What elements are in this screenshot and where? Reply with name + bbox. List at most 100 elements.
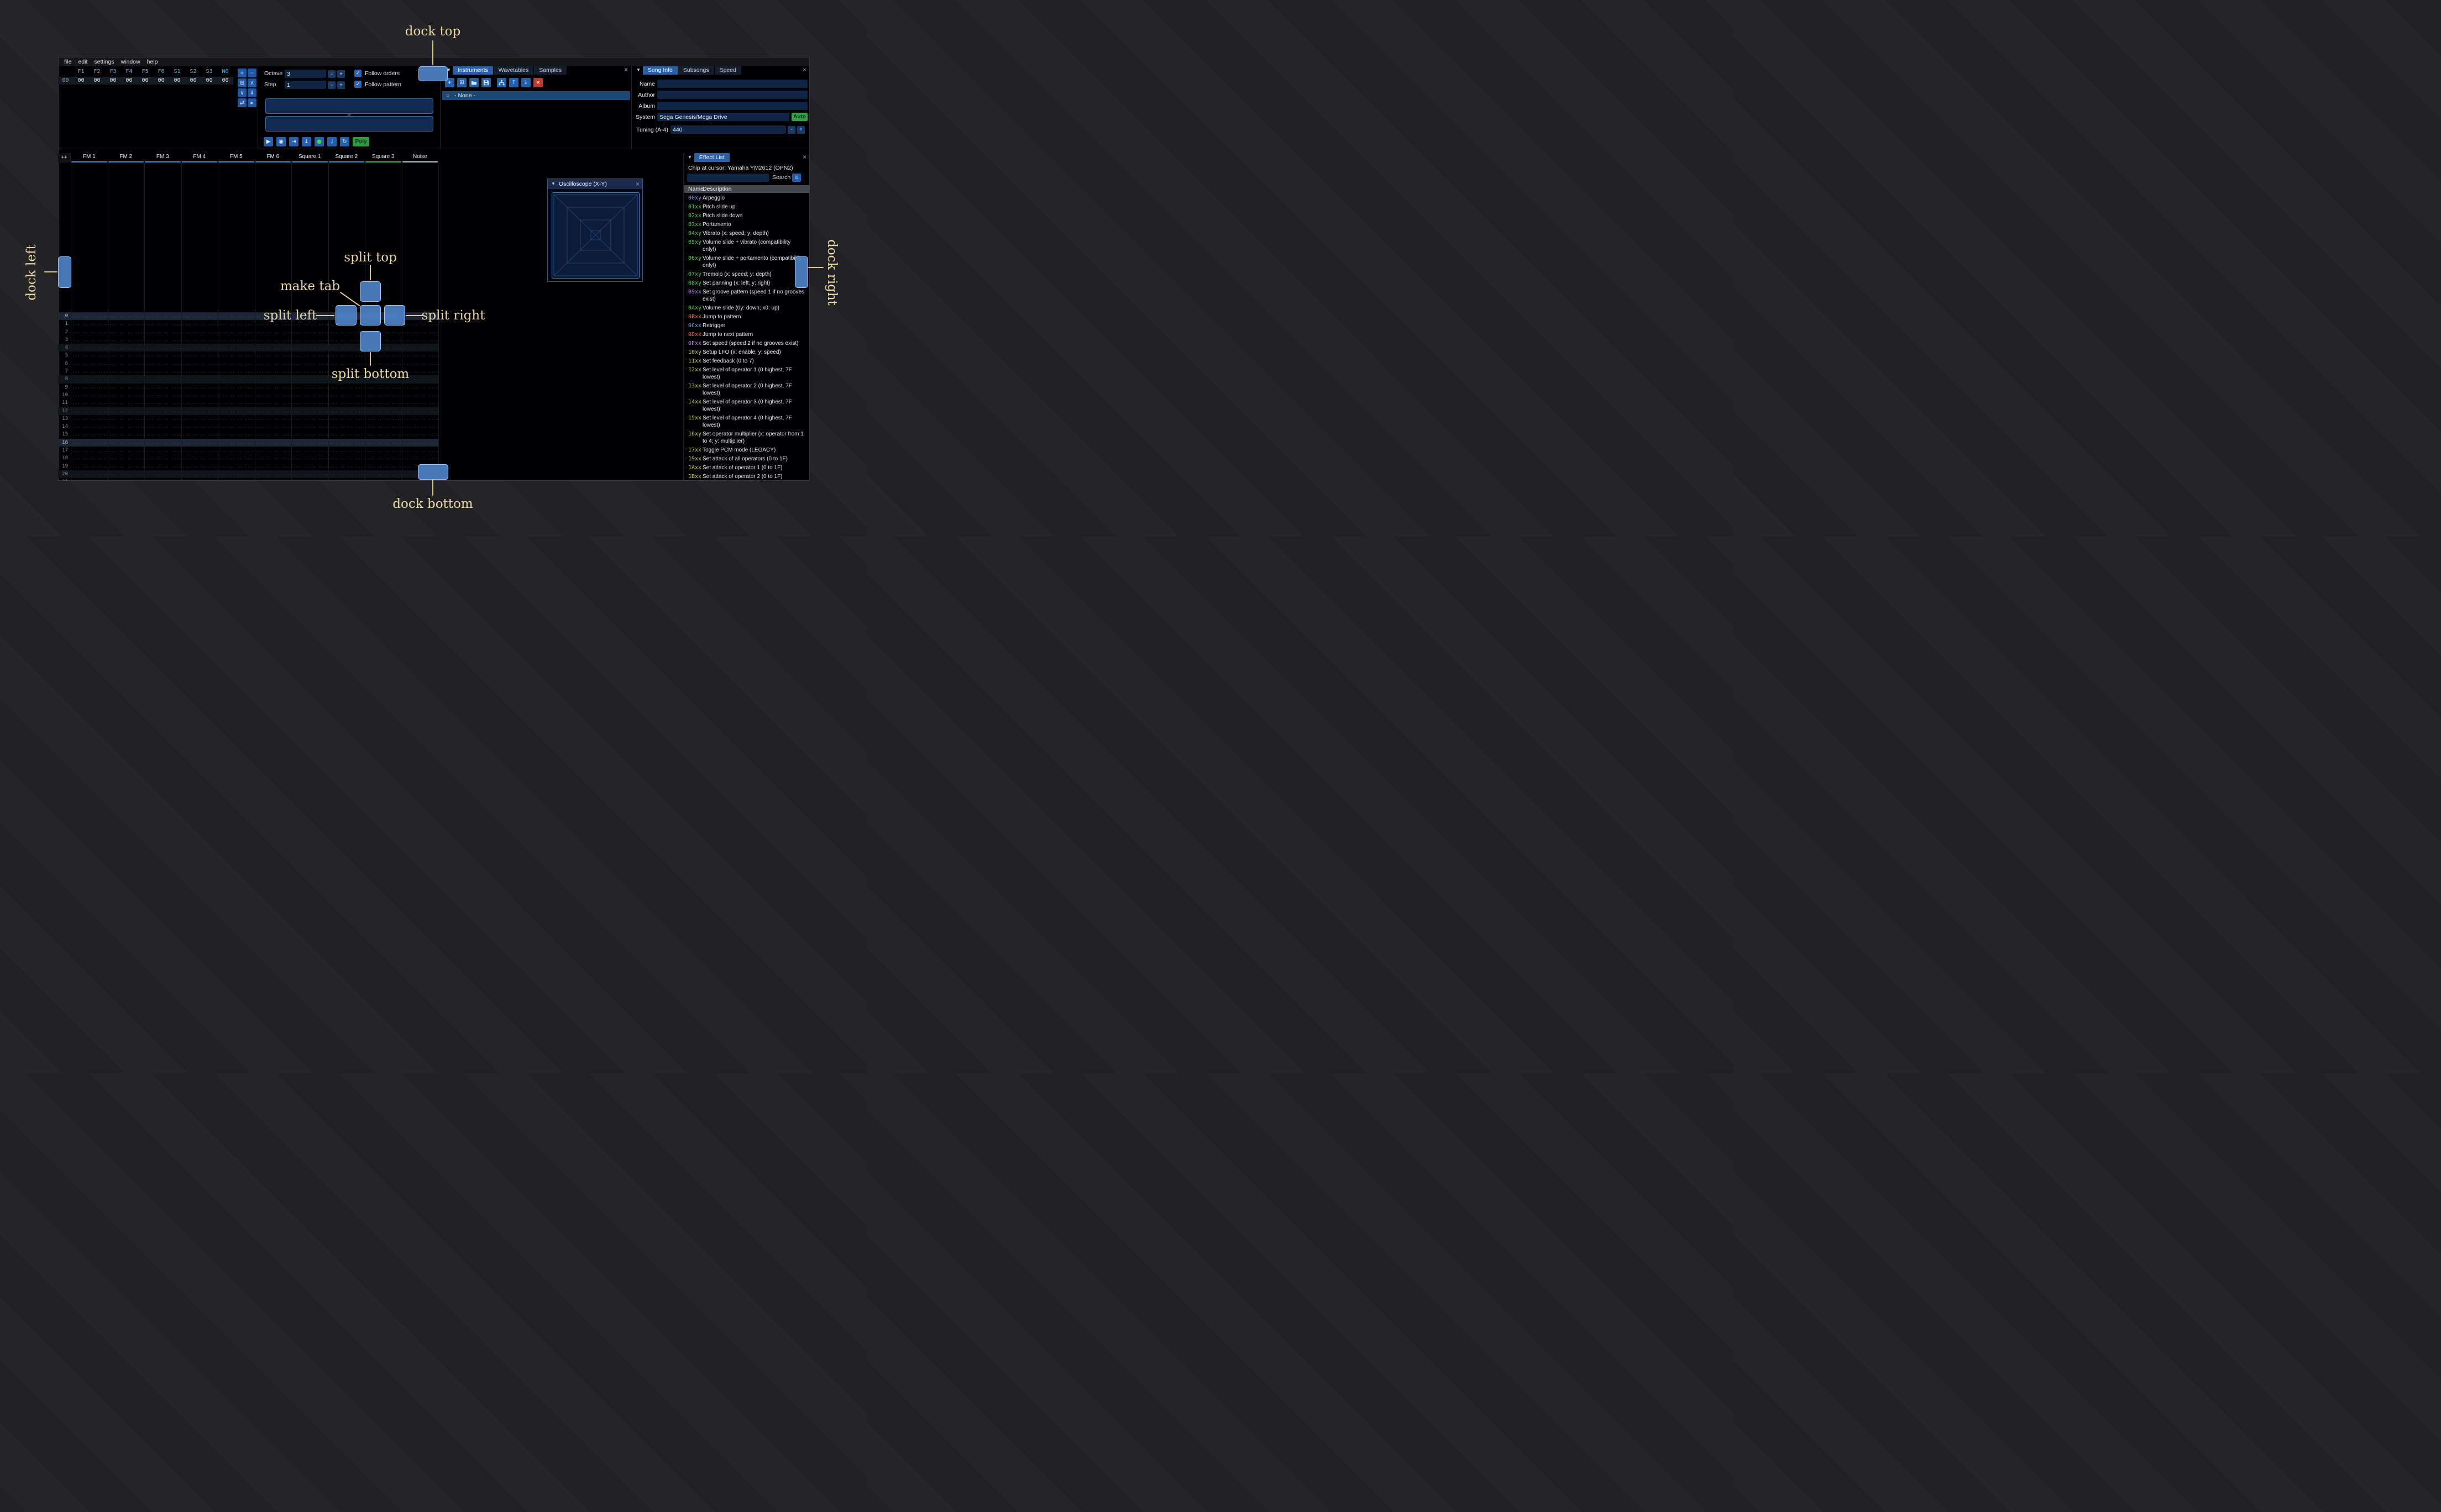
pattern-cell[interactable]: ... .. .. .... [218, 478, 255, 481]
pattern-cell[interactable]: ... .. .. .... [108, 407, 145, 415]
pattern-cell[interactable]: ... .. .. .... [181, 312, 218, 320]
pattern-cell[interactable]: ... .. .. .... [402, 447, 439, 454]
pattern-cell[interactable]: ... .. .. .... [71, 407, 108, 415]
pattern-cell[interactable]: ... .. .. .... [291, 463, 328, 470]
pattern-cell[interactable]: ... .. .. .... [218, 447, 255, 454]
pattern-cell[interactable]: ... .. .. .... [291, 351, 328, 359]
pattern-cell[interactable]: ... .. .. .... [218, 328, 255, 336]
pattern-cell[interactable]: ... .. .. .... [108, 312, 145, 320]
pattern-cell[interactable]: ... .. .. .... [291, 439, 328, 447]
pattern-cell[interactable]: ... .. .. .... [108, 431, 145, 438]
collapse-icon[interactable]: ▼ [551, 180, 556, 188]
pattern-cell[interactable]: ... .. .. .... [255, 447, 292, 454]
pattern-cell[interactable]: ... .. .. .... [71, 351, 108, 359]
pattern-cell[interactable]: ... .. .. .... [71, 328, 108, 336]
pattern-cell[interactable]: ... .. .. .... [181, 328, 218, 336]
pattern-cell[interactable]: ... .. .. .... [71, 463, 108, 470]
pattern-cell[interactable]: ... .. .. .... [144, 399, 181, 407]
pattern-cell[interactable]: ... .. .. .... [291, 360, 328, 368]
menu-window[interactable]: window [118, 59, 144, 65]
pattern-cell[interactable]: ... .. .. .... [181, 478, 218, 481]
tab-samples[interactable]: Samples [534, 66, 567, 75]
metronome-button[interactable]: ♩ [327, 137, 337, 146]
pattern-cell[interactable]: ... .. .. .... [71, 415, 108, 423]
pattern-cell[interactable]: ... .. .. .... [181, 423, 218, 431]
pattern-cell[interactable]: ... .. .. .... [108, 336, 145, 344]
collapse-icon[interactable]: ▼ [636, 66, 641, 75]
pattern-cell[interactable]: ... .. .. .... [218, 360, 255, 368]
pattern-cell[interactable]: ... .. .. .... [365, 415, 402, 423]
pattern-cell[interactable]: ... .. .. .... [291, 399, 328, 407]
auto-detect-button[interactable]: Auto [792, 113, 808, 121]
pattern-cell[interactable]: ... .. .. .... [71, 439, 108, 447]
order-change-all-button[interactable]: ⇄ [238, 98, 247, 107]
pattern-cell[interactable]: ... .. .. .... [365, 439, 402, 447]
pattern-cell[interactable]: ... .. .. .... [328, 447, 365, 454]
pattern-cell[interactable]: ... .. .. .... [181, 407, 218, 415]
pattern-cell[interactable]: ... .. .. .... [255, 407, 292, 415]
effect-list-close-button[interactable]: × [803, 153, 806, 161]
pattern-cell[interactable]: ... .. .. .... [291, 391, 328, 399]
menu-edit[interactable]: edit [75, 59, 91, 65]
pattern-cell[interactable]: ... .. .. .... [365, 391, 402, 399]
pattern-cell[interactable]: ... .. .. .... [144, 312, 181, 320]
pattern-cell[interactable]: ... .. .. .... [402, 454, 439, 462]
menu-settings[interactable]: settings [91, 59, 117, 65]
channel-header[interactable]: Square 3 [365, 153, 402, 162]
pattern-cell[interactable]: ... .. .. .... [328, 360, 365, 368]
tuning-decrement-button[interactable]: - [788, 125, 795, 134]
pattern-cell[interactable]: ... .. .. .... [291, 415, 328, 423]
pattern-cell[interactable]: ... .. .. .... [291, 431, 328, 438]
pattern-cell[interactable]: ... .. .. .... [71, 344, 108, 351]
pattern-cell[interactable]: ... .. .. .... [144, 463, 181, 470]
pattern-cell[interactable]: ... .. .. .... [291, 368, 328, 375]
pattern-cell[interactable]: ... .. .. .... [71, 454, 108, 462]
channel-header[interactable]: FM 5 [218, 153, 255, 162]
pattern-cell[interactable]: ... .. .. .... [218, 391, 255, 399]
dock-bottom-target[interactable] [418, 464, 448, 480]
pattern-cell[interactable]: ... .. .. .... [328, 463, 365, 470]
pattern-cell[interactable]: ... .. .. .... [181, 375, 218, 383]
instrument-move-up-button[interactable]: ↑ [509, 78, 518, 87]
pattern-cell[interactable]: ... .. .. .... [255, 344, 292, 351]
pattern-cell[interactable]: ... .. .. .... [218, 415, 255, 423]
channel-header[interactable]: FM 3 [144, 153, 181, 162]
pattern-cell[interactable]: ... .. .. .... [365, 470, 402, 478]
order-cell[interactable]: 00 [105, 77, 121, 85]
pattern-cell[interactable]: ... .. .. .... [108, 344, 145, 351]
pattern-cell[interactable]: ... .. .. .... [108, 463, 145, 470]
pattern-cell[interactable]: ... .. .. .... [71, 423, 108, 431]
pattern-cell[interactable]: ... .. .. .... [108, 375, 145, 383]
pattern-cell[interactable]: ... .. .. .... [144, 368, 181, 375]
pattern-cell[interactable]: ... .. .. .... [108, 423, 145, 431]
order-cell[interactable]: 00 [89, 77, 105, 85]
pattern-cell[interactable]: ... .. .. .... [218, 470, 255, 478]
menu-file[interactable]: file [61, 59, 75, 65]
pattern-cell[interactable]: ... .. .. .... [71, 470, 108, 478]
pattern-cell[interactable]: ... .. .. .... [402, 384, 439, 391]
pattern-cell[interactable]: ... .. .. .... [181, 384, 218, 391]
pattern-cell[interactable]: ... .. .. .... [255, 368, 292, 375]
pattern-cell[interactable]: ... .. .. .... [108, 478, 145, 481]
pattern-cell[interactable]: ... .. .. .... [402, 328, 439, 336]
pattern-cell[interactable]: ... .. .. .... [108, 399, 145, 407]
pattern-cell[interactable]: ... .. .. .... [291, 447, 328, 454]
pattern-cell[interactable]: ... .. .. .... [108, 384, 145, 391]
pattern-cell[interactable]: ... .. .. .... [144, 423, 181, 431]
pattern-cell[interactable]: ... .. .. .... [291, 470, 328, 478]
pattern-cell[interactable]: ... .. .. .... [144, 454, 181, 462]
pattern-cell[interactable]: ... .. .. .... [218, 407, 255, 415]
dock-top-target[interactable] [418, 66, 448, 81]
step-input[interactable] [285, 81, 326, 89]
pattern-cell[interactable]: ... .. .. .... [218, 431, 255, 438]
pattern-cell[interactable]: ... .. .. .... [365, 463, 402, 470]
pattern-cell[interactable]: ... .. .. .... [144, 320, 181, 328]
octave-decrement-button[interactable]: - [328, 70, 336, 78]
order-cell[interactable]: 00 [169, 77, 185, 85]
pattern-cell[interactable]: ... .. .. .... [181, 399, 218, 407]
pattern-cell[interactable]: ... .. .. .... [71, 384, 108, 391]
pattern-cell[interactable]: ... .. .. .... [402, 351, 439, 359]
oscilloscope-close-button[interactable]: × [636, 180, 640, 188]
pattern-cell[interactable]: ... .. .. .... [181, 320, 218, 328]
instrument-toggle-folders-button[interactable] [497, 78, 506, 87]
